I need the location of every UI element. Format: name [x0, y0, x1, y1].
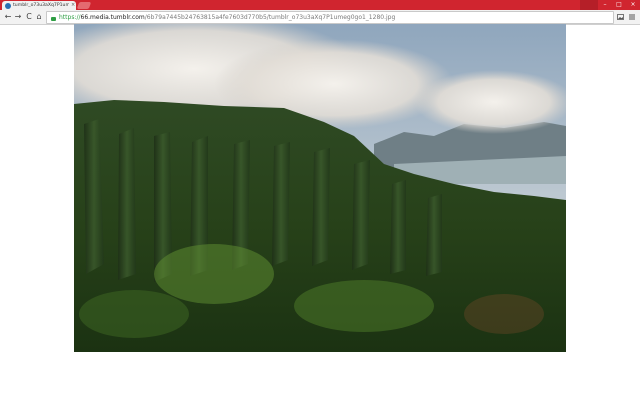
address-bar[interactable]: https://66.media.tumblr.com/6b79a7445b24… — [46, 11, 614, 24]
secure-lock-icon — [51, 16, 56, 21]
toolbar-icons — [616, 12, 636, 22]
new-tab-button[interactable] — [76, 2, 92, 9]
back-button[interactable]: ← — [3, 11, 13, 23]
home-button[interactable]: ⌂ — [34, 11, 44, 23]
forward-button[interactable]: → — [13, 11, 23, 23]
url-path: /6b79a7445b24763815a4fe7603d770b5/tumblr… — [144, 14, 396, 21]
tab-close-icon[interactable]: × — [71, 1, 75, 10]
browser-tab[interactable]: tumblr_o73u3aXq7P1umeg0go1_1280.jpg × — [2, 1, 76, 10]
window-controls: – □ × — [580, 0, 640, 10]
user-profile-button[interactable] — [580, 0, 598, 10]
image-extension-icon[interactable] — [616, 12, 624, 22]
close-window-button[interactable]: × — [626, 0, 640, 10]
url-text: https://66.media.tumblr.com/6b79a7445b24… — [59, 12, 395, 23]
mountain-photo — [74, 24, 566, 352]
tab-title: tumblr_o73u3aXq7P1umeg0go1_1280.jpg — [13, 3, 69, 8]
browser-toolbar: ← → C ⌂ https://66.media.tumblr.com/6b79… — [0, 10, 640, 25]
minimize-button[interactable]: – — [598, 0, 612, 10]
url-host: 66.media.tumblr.com — [80, 14, 145, 21]
reload-button[interactable]: C — [24, 11, 34, 23]
menu-icon[interactable] — [628, 12, 636, 22]
maximize-button[interactable]: □ — [612, 0, 626, 10]
tumblr-favicon-icon — [5, 2, 11, 9]
browser-titlebar: tumblr_o73u3aXq7P1umeg0go1_1280.jpg × – … — [0, 0, 640, 10]
url-scheme: https:// — [59, 14, 81, 21]
